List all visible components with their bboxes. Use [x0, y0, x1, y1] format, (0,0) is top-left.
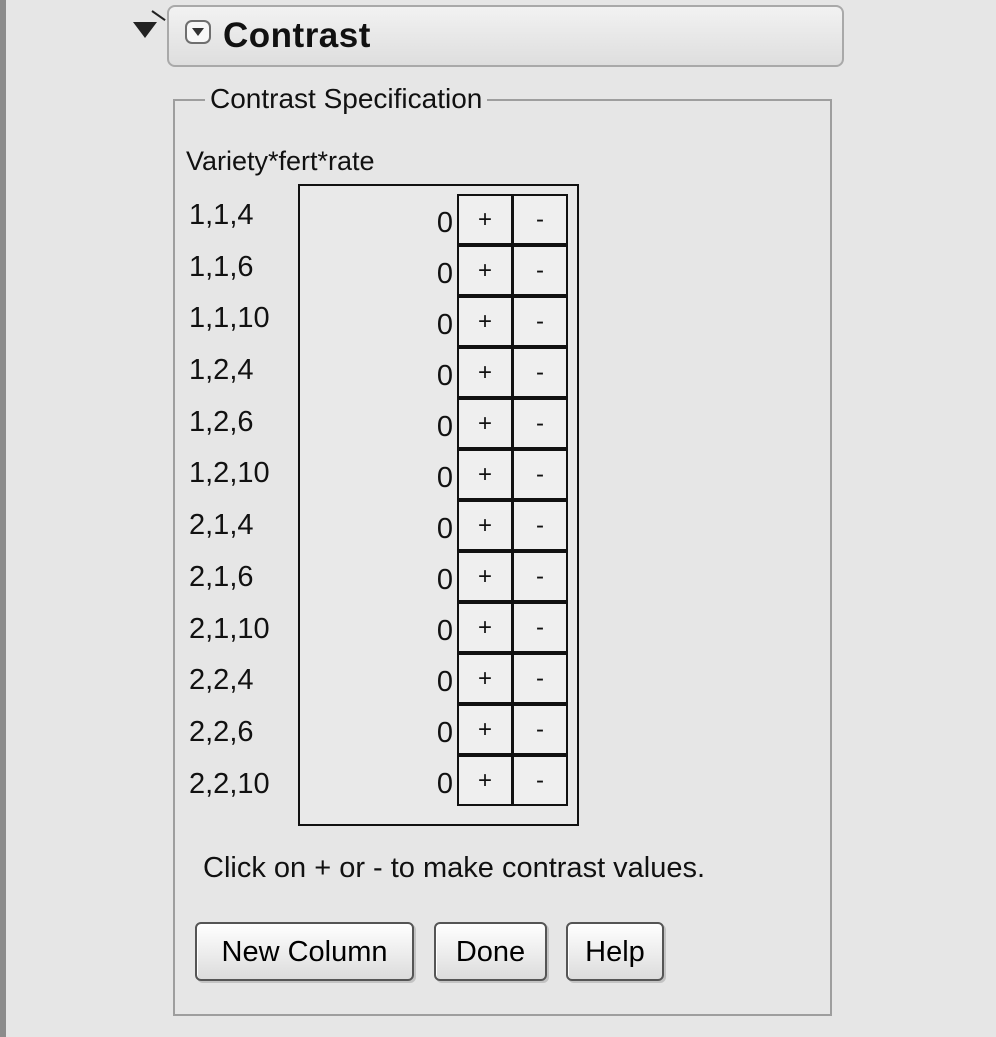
contrast-value: 0	[436, 462, 453, 494]
contrast-row: 0 + -	[300, 296, 579, 347]
new-column-button[interactable]: New Column	[195, 922, 414, 981]
decrement-button[interactable]: -	[511, 245, 568, 296]
collapse-triangle-icon[interactable]	[185, 20, 211, 44]
contrast-specification-title: Contrast Specification	[205, 82, 488, 116]
contrast-row: 0 + -	[300, 449, 579, 500]
contrast-row: 0 + -	[300, 602, 579, 653]
increment-button[interactable]: +	[457, 398, 513, 449]
contrast-value: 0	[436, 513, 453, 545]
help-button[interactable]: Help	[566, 922, 664, 981]
level-label: 1,1,6	[189, 250, 254, 283]
factor-column-header: Variety*fert*rate	[186, 146, 375, 176]
decrement-button[interactable]: -	[511, 398, 568, 449]
contrast-row: 0 + -	[300, 653, 579, 704]
level-label: 1,2,4	[189, 354, 254, 387]
level-label: 1,2,10	[189, 457, 270, 490]
contrast-row: 0 + -	[300, 245, 579, 296]
contrast-header: Contrast	[167, 5, 844, 67]
contrast-value: 0	[436, 564, 453, 596]
level-label-list: 1,1,4 1,1,6 1,1,10 1,2,4 1,2,6 1,2,10 2,…	[189, 190, 299, 810]
decrement-button[interactable]: -	[511, 653, 568, 704]
level-label: 1,1,10	[189, 302, 270, 335]
increment-button[interactable]: +	[457, 551, 513, 602]
left-divider	[0, 0, 6, 1037]
level-label: 1,2,6	[189, 405, 254, 438]
outline-disclosure-arrow-icon[interactable]	[133, 22, 157, 38]
decrement-button[interactable]: -	[511, 449, 568, 500]
contrast-value: 0	[436, 207, 453, 239]
contrast-row: 0 + -	[300, 500, 579, 551]
increment-button[interactable]: +	[457, 500, 513, 551]
contrast-value: 0	[436, 258, 453, 290]
level-label: 2,1,10	[189, 612, 270, 645]
level-label: 2,1,6	[189, 560, 254, 593]
contrast-value: 0	[436, 717, 453, 749]
level-label: 1,1,4	[189, 199, 254, 231]
contrast-row: 0 + -	[300, 194, 579, 245]
instruction-text: Click on + or - to make contrast values.	[203, 852, 706, 884]
contrast-value-grid: 0 + - 0 + - 0 + - 0 + - 0 + - 0 + - 0 + …	[298, 184, 579, 826]
contrast-row: 0 + -	[300, 755, 579, 806]
increment-button[interactable]: +	[457, 704, 513, 755]
increment-button[interactable]: +	[457, 602, 513, 653]
contrast-value: 0	[436, 615, 453, 647]
contrast-value: 0	[436, 309, 453, 341]
contrast-row: 0 + -	[300, 704, 579, 755]
contrast-row: 0 + -	[300, 551, 579, 602]
panel-title: Contrast	[223, 16, 371, 55]
decrement-button[interactable]: -	[511, 194, 568, 245]
increment-button[interactable]: +	[457, 653, 513, 704]
contrast-value: 0	[436, 768, 453, 800]
increment-button[interactable]: +	[457, 194, 513, 245]
decrement-button[interactable]: -	[511, 296, 568, 347]
contrast-value: 0	[436, 411, 453, 443]
decrement-button[interactable]: -	[511, 347, 568, 398]
contrast-row: 0 + -	[300, 347, 579, 398]
contrast-value: 0	[436, 666, 453, 698]
increment-button[interactable]: +	[457, 347, 513, 398]
level-label: 2,1,4	[189, 509, 254, 542]
increment-button[interactable]: +	[457, 449, 513, 500]
increment-button[interactable]: +	[457, 755, 513, 806]
decrement-button[interactable]: -	[511, 500, 568, 551]
done-button[interactable]: Done	[434, 922, 547, 981]
contrast-value: 0	[436, 360, 453, 392]
increment-button[interactable]: +	[457, 245, 513, 296]
level-label: 2,2,10	[189, 767, 270, 800]
decrement-button[interactable]: -	[511, 755, 568, 806]
contrast-row: 0 + -	[300, 398, 579, 449]
increment-button[interactable]: +	[457, 296, 513, 347]
decrement-button[interactable]: -	[511, 704, 568, 755]
decrement-button[interactable]: -	[511, 551, 568, 602]
level-label: 2,2,4	[189, 664, 254, 697]
decrement-button[interactable]: -	[511, 602, 568, 653]
level-label: 2,2,6	[189, 715, 254, 748]
